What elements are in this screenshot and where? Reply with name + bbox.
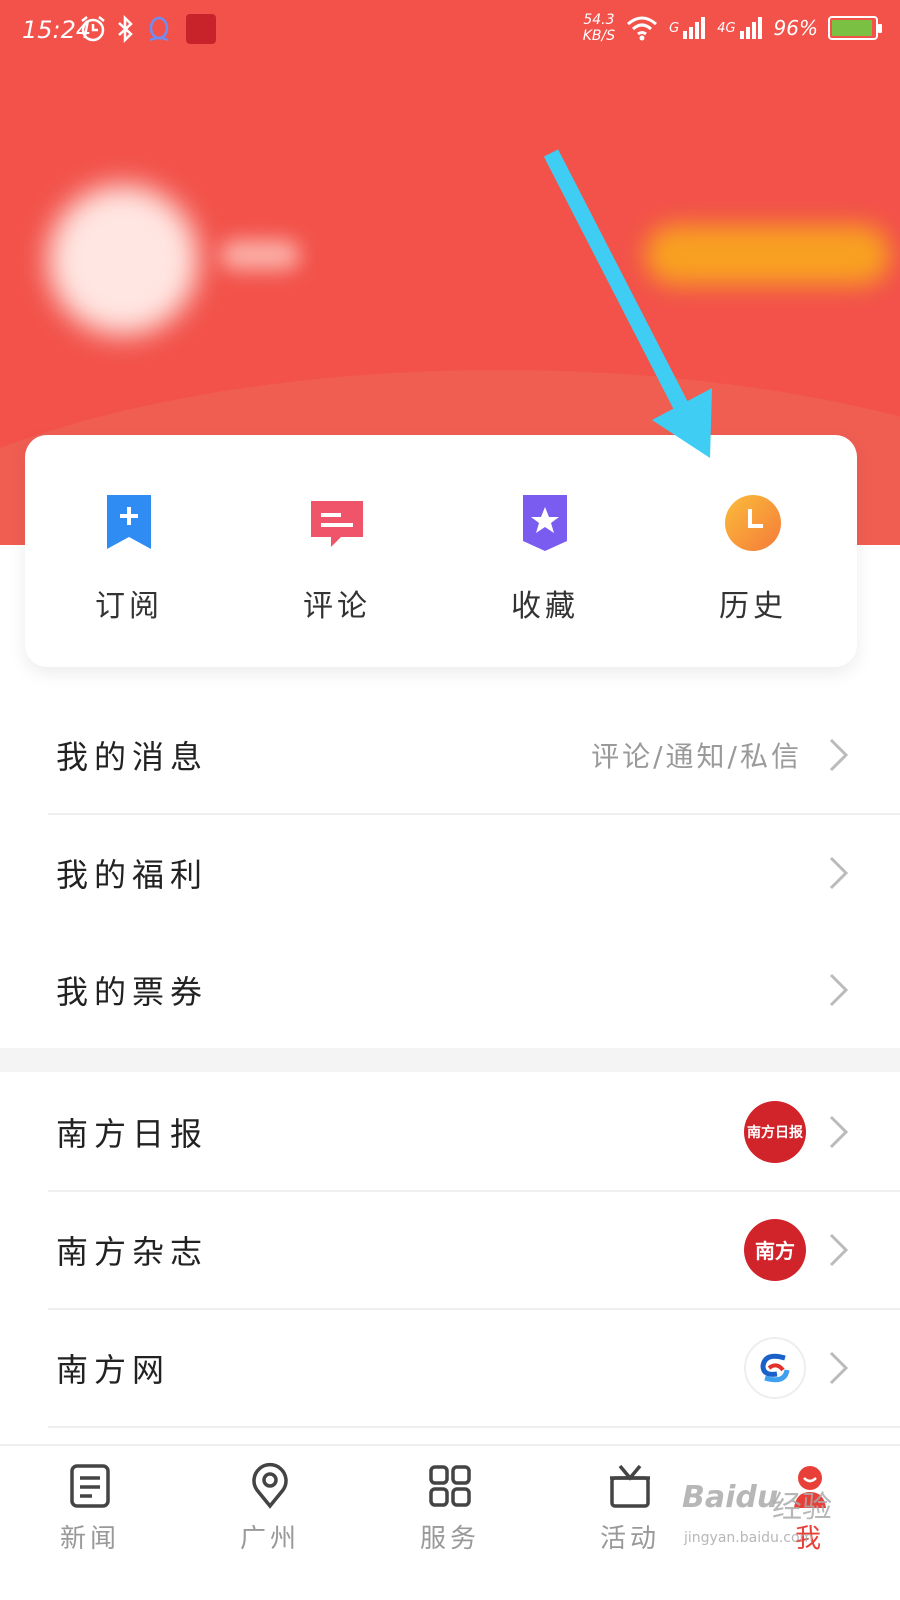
quick-action-label: 历史 xyxy=(719,589,787,624)
watermark-sub: 经验 xyxy=(772,1490,832,1525)
signal-strength-icon xyxy=(683,17,706,39)
nanfang-web-logo xyxy=(744,1336,806,1399)
quick-action-favorite[interactable]: 收藏 xyxy=(441,435,649,667)
brand-item-label: 南方杂志 xyxy=(56,1232,209,1271)
menu-item-label: 我的福利 xyxy=(56,855,209,894)
network-speed-value: 54.3 xyxy=(583,12,615,28)
quick-action-comment[interactable]: 评论 xyxy=(233,435,441,667)
divider xyxy=(48,1426,900,1428)
nav-tab-news[interactable]: 新闻 xyxy=(0,1446,180,1600)
gift-box-icon xyxy=(610,1464,650,1508)
app-notification-icon xyxy=(186,14,216,44)
quick-action-label: 评论 xyxy=(303,589,371,624)
network-speed-unit: KB/S xyxy=(582,28,616,44)
chevron-right-icon xyxy=(829,973,849,1006)
baidu-watermark: Baidu 经验 jingyan.baidu.com xyxy=(680,1478,840,1558)
network-speed: 54.3 KB/S xyxy=(583,12,615,44)
chevron-right-icon xyxy=(829,1351,849,1384)
status-bar: 15:24 54.3 KB/S G 4G 96% xyxy=(0,0,900,64)
chevron-right-icon xyxy=(829,1233,849,1266)
nanfang-daily-logo: 南方日报 xyxy=(744,1100,806,1163)
quick-action-subscribe[interactable]: 订阅 xyxy=(25,435,233,667)
watermark-url: jingyan.baidu.com xyxy=(684,1530,814,1546)
brand-item-label: 南方日报 xyxy=(56,1114,209,1153)
news-icon xyxy=(70,1464,110,1508)
wifi-icon xyxy=(627,16,658,41)
bluetooth-icon xyxy=(118,14,133,44)
nanfang-magazine-logo: 南方 xyxy=(744,1218,806,1281)
quick-action-label: 收藏 xyxy=(511,589,579,624)
nav-tab-label: 服务 xyxy=(419,1524,480,1554)
battery-percent: 96% xyxy=(773,16,818,40)
watermark-brand: Baidu xyxy=(682,1480,779,1515)
subscribe-bookmark-icon xyxy=(107,495,151,549)
comment-bubble-icon xyxy=(311,501,363,547)
chevron-right-icon xyxy=(829,1115,849,1148)
brand-item-label: 南方网 xyxy=(56,1350,171,1389)
signal-1-label: G xyxy=(669,20,680,36)
menu-item-welfare[interactable]: 我的福利 xyxy=(0,814,900,931)
qq-notification-icon xyxy=(149,16,169,42)
alarm-icon xyxy=(81,16,105,42)
favorite-star-shield-icon xyxy=(523,495,567,551)
nanfang-web-swirl-icon xyxy=(760,1353,790,1382)
logo-text: 南方日报 xyxy=(747,1124,803,1141)
brand-item-nanfang-magazine[interactable]: 南方杂志 南方 xyxy=(0,1191,900,1308)
chevron-right-icon xyxy=(829,738,849,771)
menu-item-messages[interactable]: 我的消息 评论/通知/私信 xyxy=(0,696,900,813)
quick-actions-card: 订阅 评论 收藏 历史 xyxy=(25,435,857,667)
nav-tab-label: 广州 xyxy=(239,1524,300,1554)
sign-in-button-blurred[interactable] xyxy=(645,225,890,285)
brand-item-nanfang-daily[interactable]: 南方日报 南方日报 xyxy=(0,1073,900,1190)
signal-4g-icon xyxy=(739,17,762,39)
menu-item-label: 我的消息 xyxy=(56,737,209,776)
menu-item-label: 我的票券 xyxy=(56,972,209,1011)
quick-action-history[interactable]: 历史 xyxy=(649,435,857,667)
location-pin-icon xyxy=(252,1462,288,1509)
nav-tab-label: 活动 xyxy=(599,1524,660,1554)
menu-item-hint: 评论/通知/私信 xyxy=(591,739,802,773)
avatar[interactable] xyxy=(48,185,198,335)
nav-tab-guangzhou[interactable]: 广州 xyxy=(180,1446,360,1600)
battery-icon xyxy=(828,16,882,40)
section-separator xyxy=(0,1048,900,1072)
signal-2-label: 4G xyxy=(717,20,736,36)
battery-fill xyxy=(832,20,873,36)
history-clock-icon xyxy=(725,495,781,551)
nav-tab-services[interactable]: 服务 xyxy=(360,1446,540,1600)
quick-action-label: 订阅 xyxy=(95,589,163,624)
grid-services-icon xyxy=(429,1465,471,1507)
nav-tab-label: 新闻 xyxy=(59,1524,120,1554)
brand-item-nanfang-web[interactable]: 南方网 xyxy=(0,1309,900,1426)
username-blurred xyxy=(220,240,300,270)
chevron-right-icon xyxy=(829,856,849,889)
menu-item-tickets[interactable]: 我的票券 xyxy=(0,931,900,1048)
logo-text: 南方 xyxy=(755,1239,795,1263)
